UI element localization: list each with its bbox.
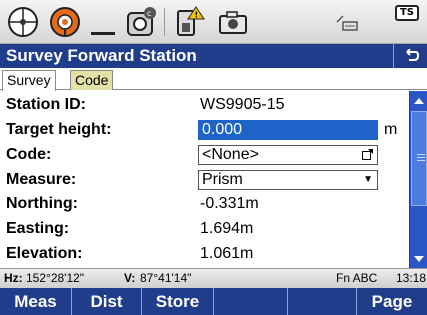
row-easting: Easting: 1.694m [0,218,409,240]
vertical-scrollbar[interactable] [409,91,427,268]
softkey-5-button[interactable] [288,288,357,315]
northing-label: Northing: [6,195,78,212]
scroll-thumb[interactable] [411,111,427,206]
v-label: V: [124,271,136,285]
clock-time: 13:18 [396,271,427,285]
elevation-value: 1.061m [200,245,254,262]
row-code: Code: <None> [0,144,409,166]
target-height-input[interactable]: 0.000 [198,120,378,140]
easting-value: 1.694m [200,220,254,237]
underscore-icon [88,4,118,40]
row-elevation: Elevation: 1.061m [0,243,409,265]
v-value: 87°41'14" [140,271,192,285]
dist-button[interactable]: Dist [72,288,142,315]
row-northing: Northing: -0.331m [0,193,409,215]
store-button[interactable]: Store [142,288,214,315]
window-title-bar: Survey Forward Station [0,44,427,68]
grip-line [417,154,425,155]
easting-label: Easting: [6,220,70,237]
row-target-height: Target height: 0.000 m [0,119,409,141]
chevron-down-icon: ▼ [363,174,373,185]
target-icon[interactable] [4,4,42,40]
status-bar: Hz: 152°28'12" V: 87°41'14" Fn ABC 13:18 [0,268,427,288]
code-label: Code: [6,146,52,163]
tab-code[interactable]: Code [70,70,114,90]
elevation-label: Elevation: [6,245,83,262]
row-measure: Measure: Prism ▼ [0,169,409,191]
grip-line [417,157,425,158]
tab-row: Survey Code [0,68,427,91]
station-id-label: Station ID: [6,96,86,113]
meas-button[interactable]: Meas [0,288,72,315]
back-button[interactable] [393,44,427,68]
hz-value: 152°28'12" [26,271,85,285]
softkey-4-button[interactable] [214,288,288,315]
ts-badge-icon[interactable]: TS [392,2,422,24]
northing-value: -0.331m [200,195,259,212]
stylus-icon[interactable] [330,4,364,40]
row-station-id: Station ID: WS9905-15 [0,94,409,116]
camera-icon[interactable] [214,4,252,40]
list-picker-icon[interactable] [362,149,373,160]
satellite-icon[interactable] [46,4,84,40]
station-id-value: WS9905-15 [200,96,285,113]
svg-text:c: c [147,9,151,18]
tab-survey[interactable]: Survey [2,70,56,91]
target-height-label: Target height: [6,121,112,138]
code-value: <None> [202,146,259,163]
scroll-down-icon[interactable] [414,256,424,262]
grip-line [417,160,425,161]
measure-dropdown[interactable]: Prism ▼ [198,170,378,190]
svg-text:!: ! [195,11,199,20]
softkey-bar: Meas Dist Store Page [0,288,427,315]
hz-label: Hz: [4,271,23,285]
form-content: Station ID: WS9905-15 Target height: 0.0… [0,91,409,268]
page-button[interactable]: Page [357,288,427,315]
ts-badge-label: TS [394,5,420,21]
code-combobox[interactable]: <None> [198,145,378,165]
target-height-unit: m [384,121,398,138]
battery-warning-icon[interactable]: ! [170,4,208,40]
measure-label: Measure: [6,171,77,188]
window-title: Survey Forward Station [6,46,197,65]
input-mode: Fn ABC [336,271,378,285]
measure-value: Prism [202,171,243,188]
icon-toolbar: c ! TS [0,0,427,44]
scroll-up-icon[interactable] [414,98,424,104]
toolbar-separator [164,8,165,36]
back-icon [405,49,419,61]
instrument-icon[interactable]: c [122,4,160,40]
